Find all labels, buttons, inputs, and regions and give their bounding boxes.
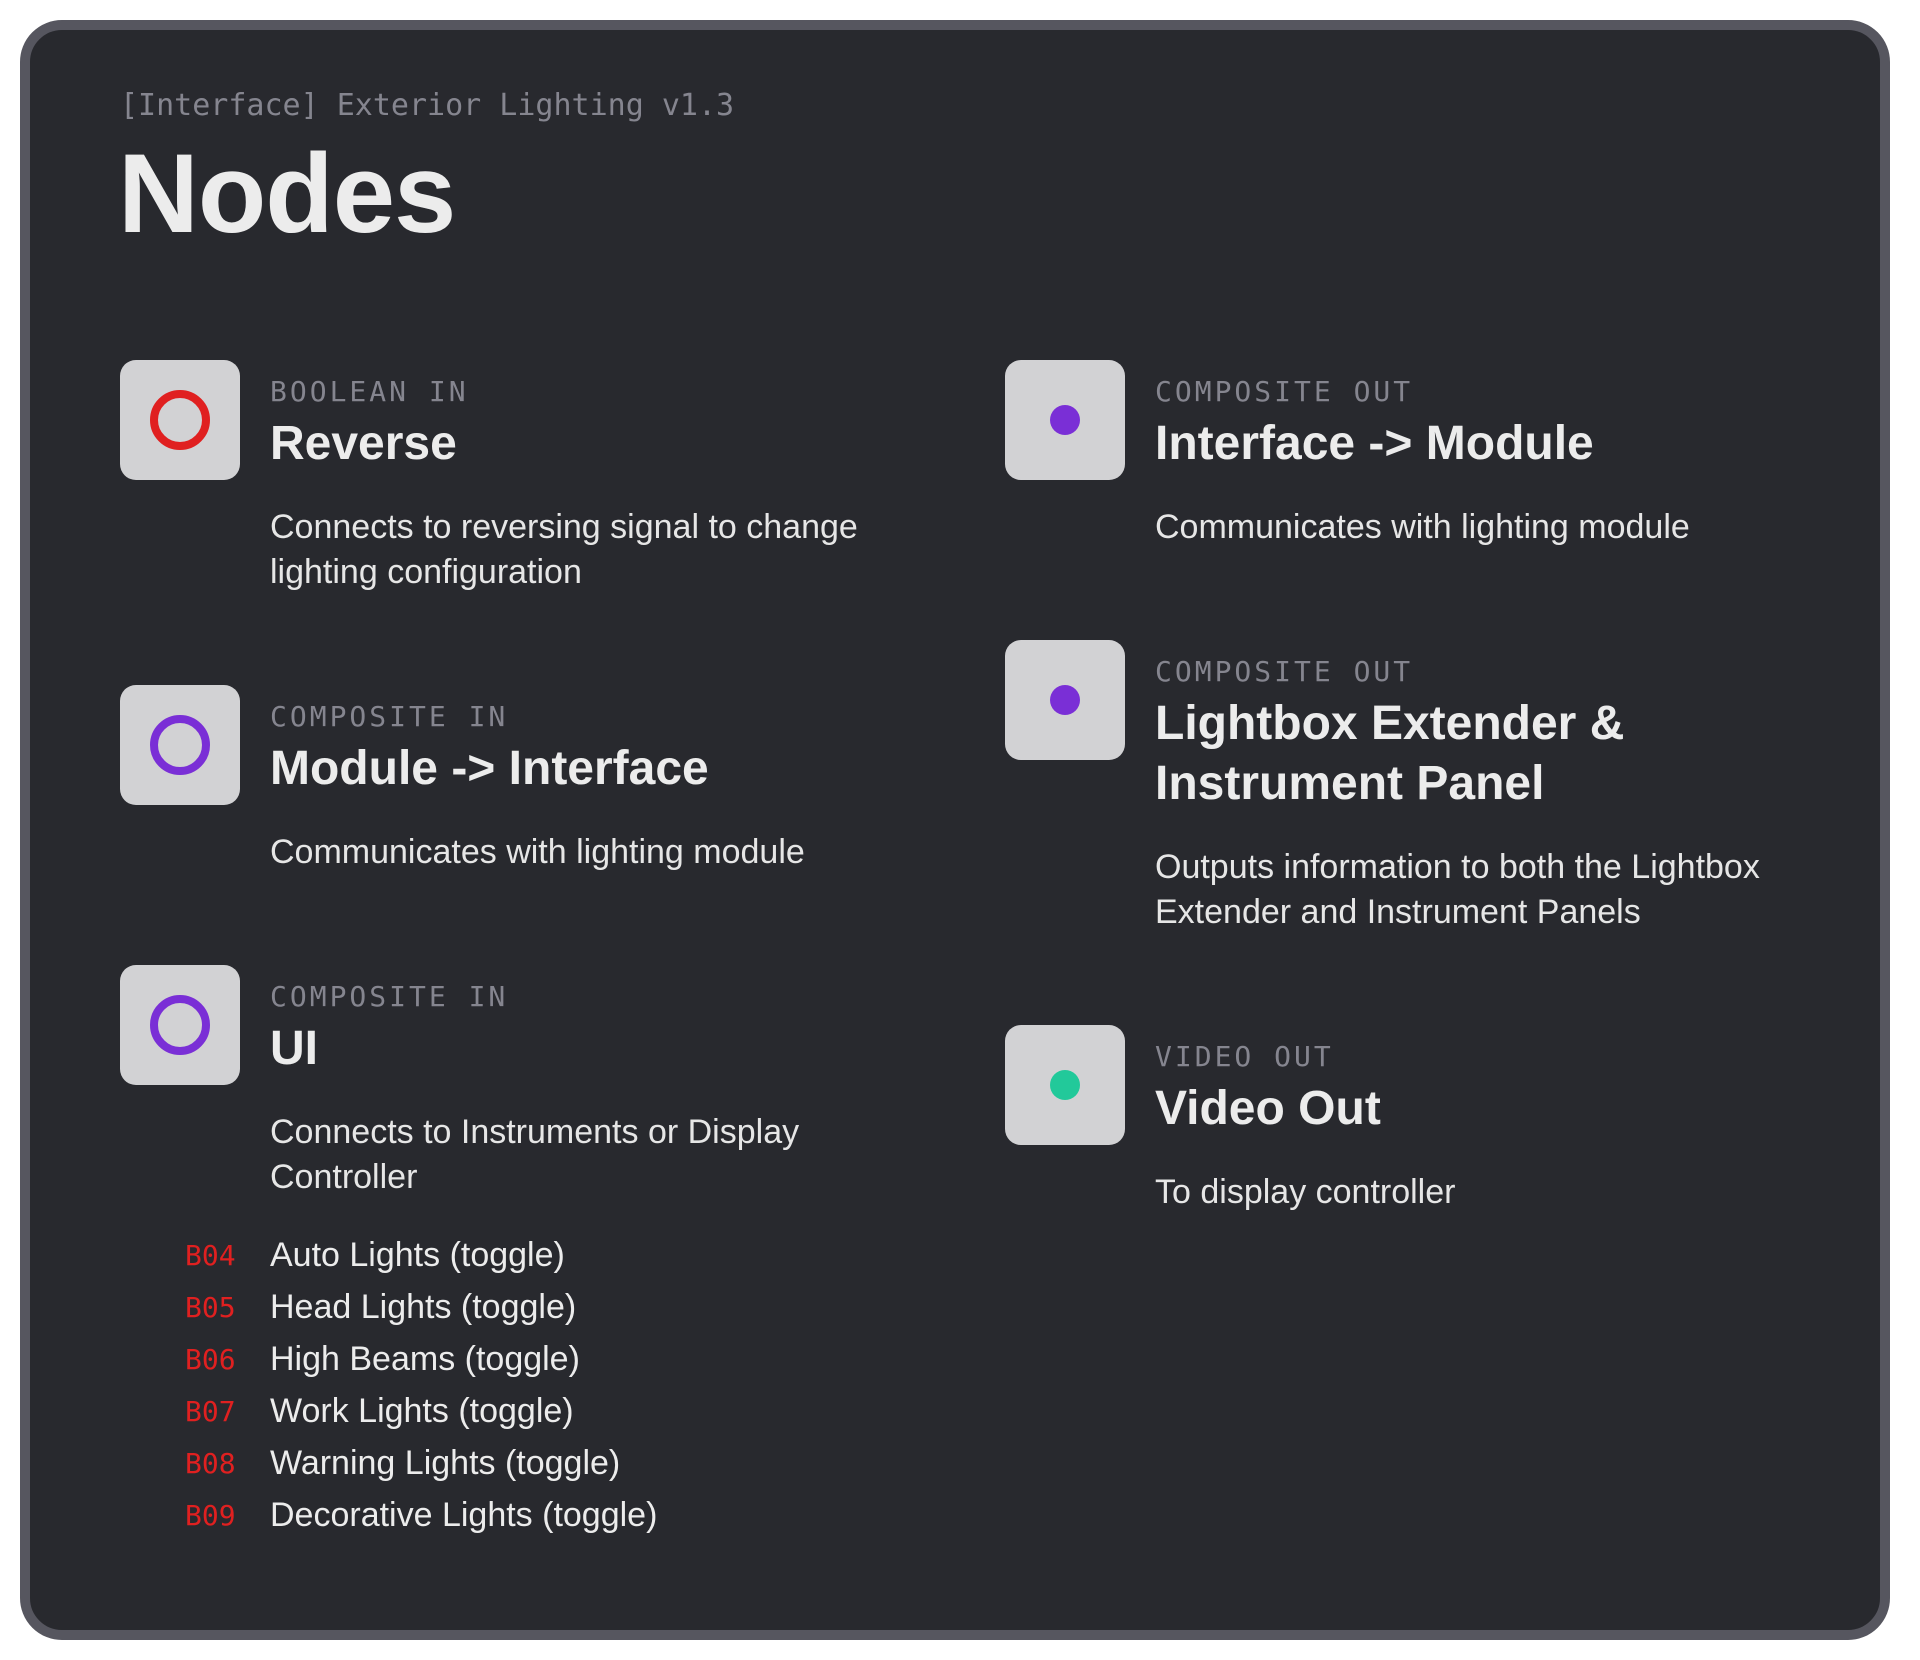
green-dot-icon xyxy=(1005,1025,1125,1145)
node-description: To display controller xyxy=(1155,1173,1456,1211)
purple-ring-icon xyxy=(120,965,240,1085)
ui-bit-list: B04 Auto Lights (toggle) B05 Head Lights… xyxy=(185,1235,885,1547)
bit-label: Decorative Lights (toggle) xyxy=(270,1496,658,1534)
page-title: Nodes xyxy=(118,131,456,256)
node-kind: VIDEO OUT xyxy=(1155,1040,1334,1073)
node-name: Video Out xyxy=(1155,1082,1381,1135)
red-ring-icon xyxy=(120,360,240,480)
bit-label: Warning Lights (toggle) xyxy=(270,1444,621,1482)
list-item: B09 Decorative Lights (toggle) xyxy=(185,1495,885,1547)
bit-label: Head Lights (toggle) xyxy=(270,1288,577,1326)
node-name: Interface -> Module xyxy=(1155,417,1594,470)
purple-dot-icon xyxy=(1005,360,1125,480)
bit-code: B09 xyxy=(185,1499,236,1532)
node-name: Lightbox Extender & Instrument Panel xyxy=(1155,697,1625,810)
list-item: B06 High Beams (toggle) xyxy=(185,1339,885,1391)
bit-code: B04 xyxy=(185,1239,236,1272)
node-kind: COMPOSITE IN xyxy=(270,700,509,733)
node-description: Communicates with lighting module xyxy=(270,833,805,871)
node-name: Reverse xyxy=(270,417,457,470)
bit-label: Work Lights (toggle) xyxy=(270,1392,574,1430)
list-item: B08 Warning Lights (toggle) xyxy=(185,1443,885,1495)
list-item: B07 Work Lights (toggle) xyxy=(185,1391,885,1443)
bit-label: Auto Lights (toggle) xyxy=(270,1236,565,1274)
bit-code: B05 xyxy=(185,1291,236,1324)
node-description: Outputs information to both the Lightbox… xyxy=(1155,848,1760,931)
node-name: Module -> Interface xyxy=(270,742,709,795)
node-kind: COMPOSITE OUT xyxy=(1155,375,1414,408)
list-item: B04 Auto Lights (toggle) xyxy=(185,1235,885,1287)
bit-code: B07 xyxy=(185,1395,236,1428)
node-kind: COMPOSITE OUT xyxy=(1155,655,1414,688)
node-description: Connects to reversing signal to change l… xyxy=(270,508,858,591)
list-item: B05 Head Lights (toggle) xyxy=(185,1287,885,1339)
bit-label: High Beams (toggle) xyxy=(270,1340,580,1378)
node-kind: BOOLEAN IN xyxy=(270,375,469,408)
purple-ring-icon xyxy=(120,685,240,805)
node-description: Connects to Instruments or Display Contr… xyxy=(270,1113,800,1196)
bit-code: B08 xyxy=(185,1447,236,1480)
bit-code: B06 xyxy=(185,1343,236,1376)
node-kind: COMPOSITE IN xyxy=(270,980,509,1013)
node-description: Communicates with lighting module xyxy=(1155,508,1690,546)
purple-dot-icon xyxy=(1005,640,1125,760)
node-name: UI xyxy=(270,1022,318,1075)
page-subtitle: [Interface] Exterior Lighting v1.3 xyxy=(120,88,735,123)
